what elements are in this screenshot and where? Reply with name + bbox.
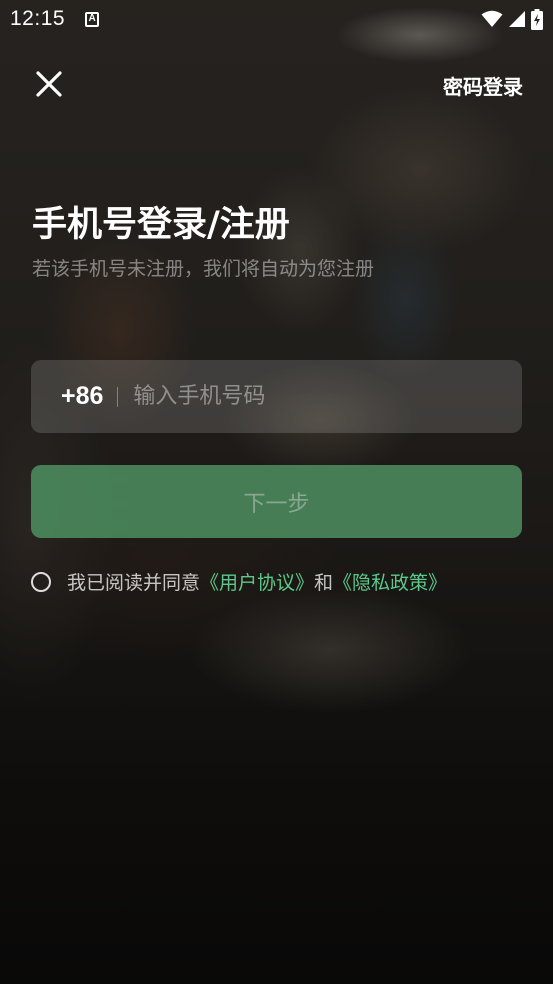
- phone-input[interactable]: [133, 360, 522, 433]
- password-login-link[interactable]: 密码登录: [443, 71, 523, 100]
- status-bar: 12:15 A: [0, 0, 553, 38]
- field-divider: [117, 386, 119, 407]
- wifi-icon: [481, 10, 503, 27]
- notification-a-icon: A: [85, 11, 100, 27]
- page-title: 手机号登录/注册: [32, 205, 290, 245]
- top-bar: 密码登录: [0, 56, 553, 112]
- page-subtitle: 若该手机号未注册，我们将自动为您注册: [32, 258, 375, 280]
- phone-field: +86: [31, 360, 522, 433]
- agreement-radio[interactable]: [31, 571, 51, 592]
- battery-charging-icon: [531, 8, 543, 30]
- next-step-button[interactable]: 下一步: [31, 465, 522, 538]
- user-agreement-link[interactable]: 《用户协议》: [200, 568, 314, 595]
- signal-icon: [509, 11, 525, 27]
- privacy-policy-link[interactable]: 《隐私政策》: [333, 568, 447, 595]
- close-icon[interactable]: [33, 68, 65, 100]
- agreement-prefix: 我已阅读并同意: [67, 572, 201, 594]
- agreement-conjunction: 和: [314, 572, 334, 594]
- notification-a-letter: A: [88, 13, 96, 24]
- country-code-selector[interactable]: +86: [61, 382, 103, 411]
- status-icons: [481, 8, 543, 30]
- agreement-row: 我已阅读并同意 《用户协议》 和 《隐私政策》: [31, 568, 447, 595]
- status-time: 12:15: [10, 7, 66, 30]
